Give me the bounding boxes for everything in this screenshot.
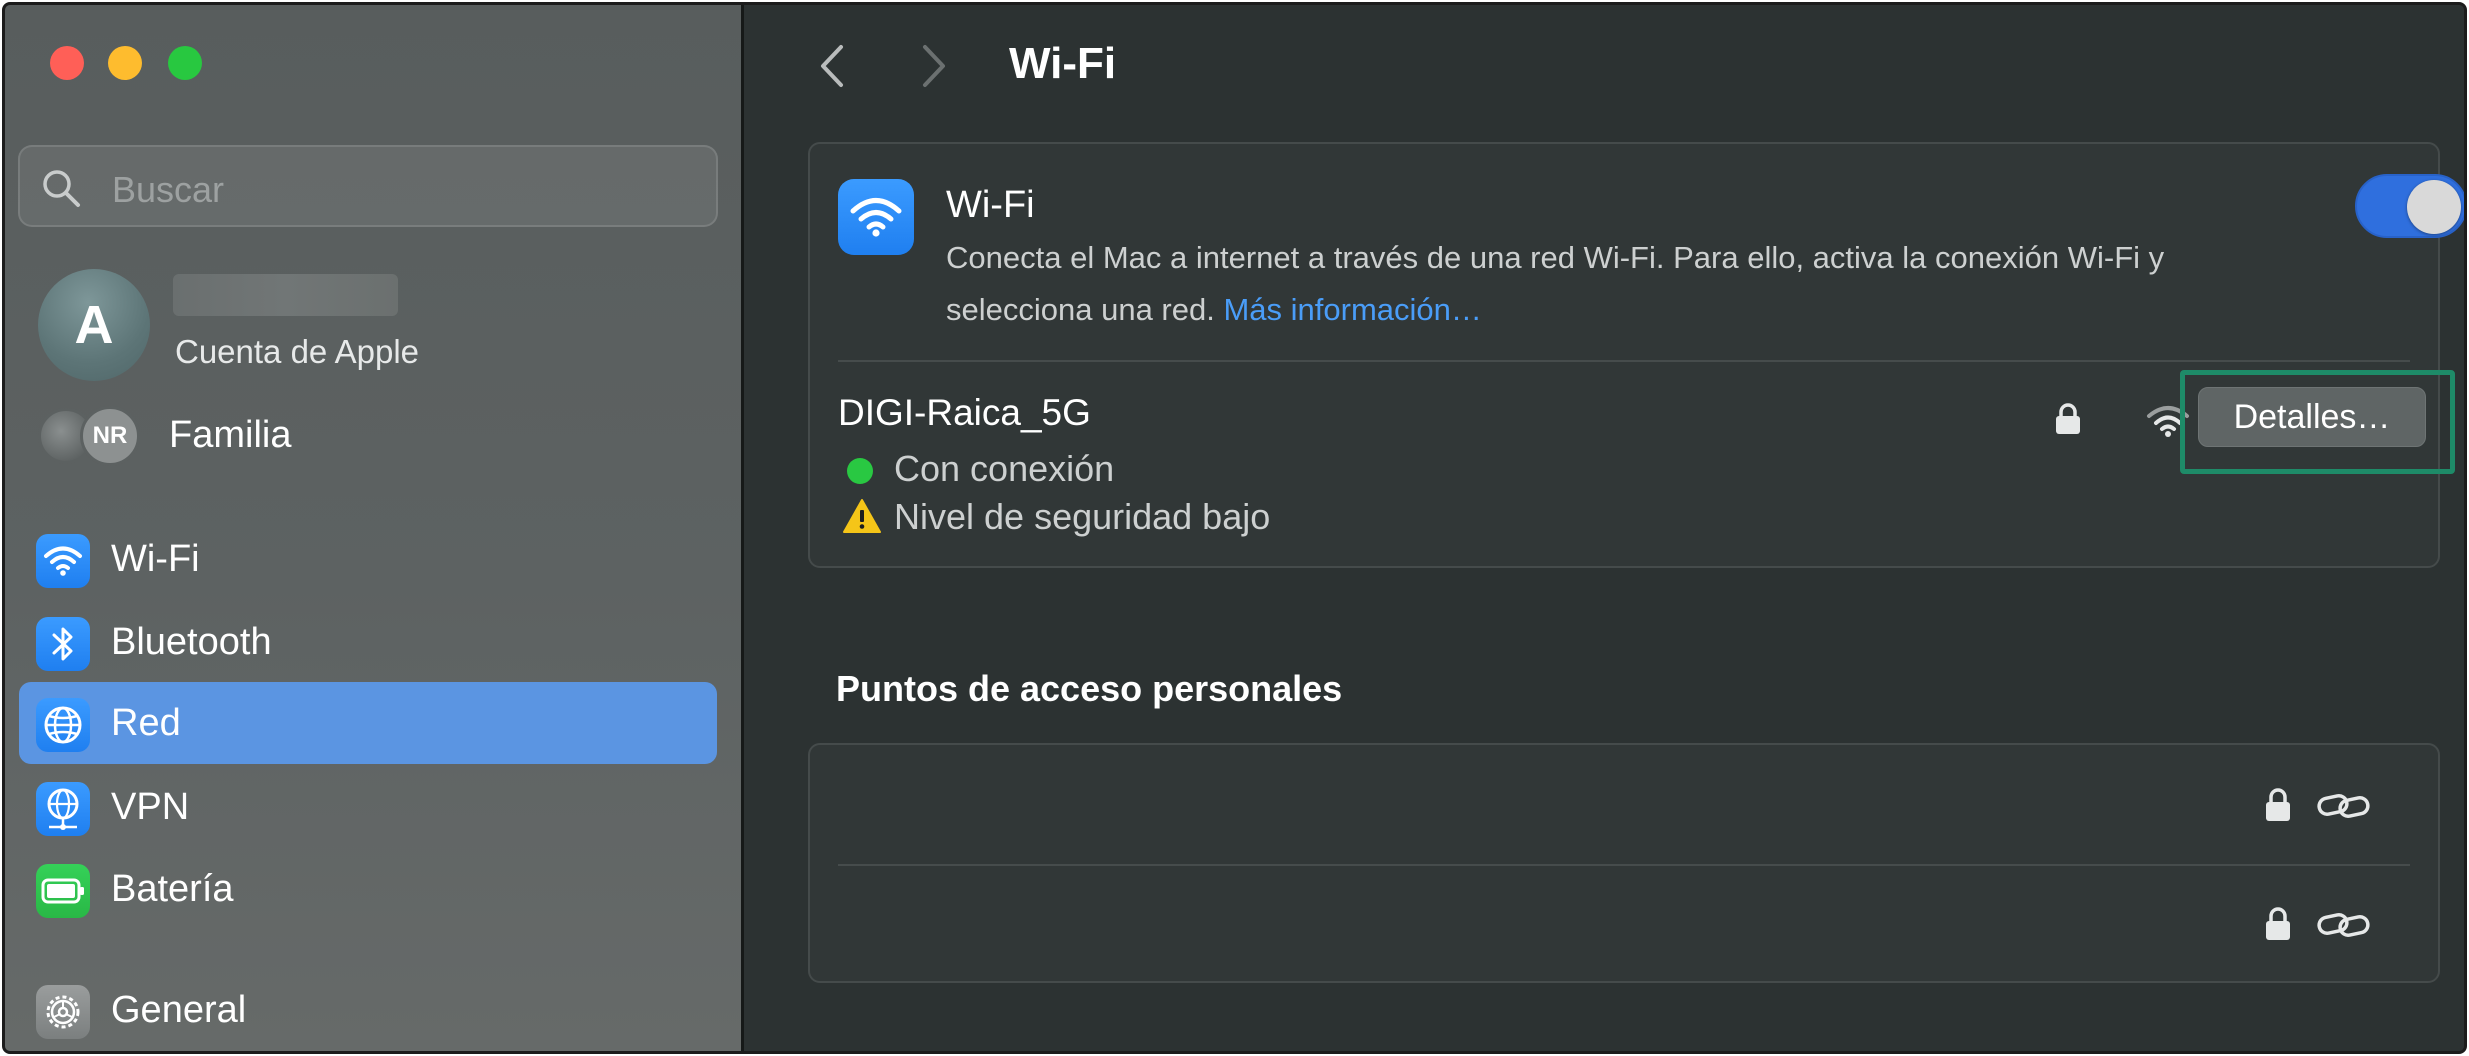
connected-status-dot: [847, 458, 873, 484]
lock-icon: [2266, 788, 2290, 821]
forward-arrow-icon[interactable]: [919, 41, 949, 91]
bluetooth-icon: [36, 617, 90, 671]
hotspots-card: [808, 743, 2440, 983]
settings-window: Buscar A Cuenta de Apple NR Familia Wi-F…: [2, 2, 2467, 1054]
globe-icon: [36, 698, 90, 752]
lock-icon: [2266, 907, 2290, 940]
back-arrow-icon[interactable]: [817, 41, 847, 91]
close-window-button[interactable]: [50, 46, 84, 80]
account-name-redacted: [173, 274, 398, 316]
wifi-card-description: Conecta el Mac a internet a través de un…: [946, 232, 2226, 336]
sidebar: Buscar A Cuenta de Apple NR Familia Wi-F…: [5, 5, 744, 1051]
link-icon: [2317, 794, 2370, 818]
sidebar-item-label: VPN: [111, 786, 190, 828]
more-info-link[interactable]: Más información…: [1223, 292, 1481, 327]
wifi-icon: [36, 534, 90, 588]
avatar: A: [38, 269, 150, 381]
sidebar-item-general[interactable]: General: [19, 969, 717, 1051]
link-icon: [2317, 913, 2370, 937]
family-initials-avatar: NR: [80, 406, 140, 466]
sidebar-item-label: Batería: [111, 868, 234, 910]
main-pane: Wi-Fi Wi-Fi Conecta el Mac a internet a …: [747, 5, 2464, 1051]
gear-icon: [36, 985, 90, 1039]
page-title: Wi-Fi: [1009, 39, 1117, 88]
minimize-window-button[interactable]: [108, 46, 142, 80]
search-icon: [43, 170, 80, 207]
wifi-card-title: Wi-Fi: [946, 184, 1035, 226]
wifi-icon: [838, 179, 914, 255]
description-text: Conecta el Mac a internet a través de un…: [946, 240, 2165, 327]
vpn-globe-icon: [36, 782, 90, 836]
search-field[interactable]: Buscar: [18, 145, 718, 227]
sidebar-item-label: Wi-Fi: [111, 538, 200, 580]
sidebar-item-vpn[interactable]: VPN: [19, 766, 717, 848]
sidebar-item-label: Bluetooth: [111, 621, 272, 663]
details-button[interactable]: Detalles…: [2198, 387, 2426, 447]
search-placeholder: Buscar: [112, 169, 225, 210]
sidebar-item-label: Red: [111, 702, 181, 744]
sidebar-item-bluetooth[interactable]: Bluetooth: [19, 601, 717, 683]
warning-icon: [843, 499, 881, 533]
sidebar-item-red[interactable]: Red: [19, 682, 717, 764]
battery-icon: [36, 864, 90, 918]
sidebar-item-wifi[interactable]: Wi-Fi: [19, 518, 717, 600]
toggle-knob: [2407, 180, 2461, 234]
wifi-toggle[interactable]: [2355, 174, 2464, 238]
wifi-card: Wi-Fi Conecta el Mac a internet a través…: [808, 142, 2464, 568]
security-warning: Nivel de seguridad bajo: [894, 496, 1271, 537]
family-item[interactable]: NR Familia: [38, 406, 438, 466]
zoom-window-button[interactable]: [168, 46, 202, 80]
hotspot-row[interactable]: [810, 745, 2438, 865]
connection-status: Con conexión: [894, 448, 1115, 489]
divider: [838, 360, 2410, 362]
lock-icon: [2056, 403, 2080, 434]
account-subtitle: Cuenta de Apple: [175, 333, 420, 370]
family-label: Familia: [169, 414, 292, 456]
hotspots-section-title: Puntos de acceso personales: [836, 668, 1343, 709]
network-name: DIGI-Raica_5G: [838, 392, 1091, 433]
sidebar-item-bateria[interactable]: Batería: [19, 848, 717, 930]
hotspot-row[interactable]: [810, 866, 2438, 983]
sidebar-item-label: General: [111, 989, 247, 1031]
